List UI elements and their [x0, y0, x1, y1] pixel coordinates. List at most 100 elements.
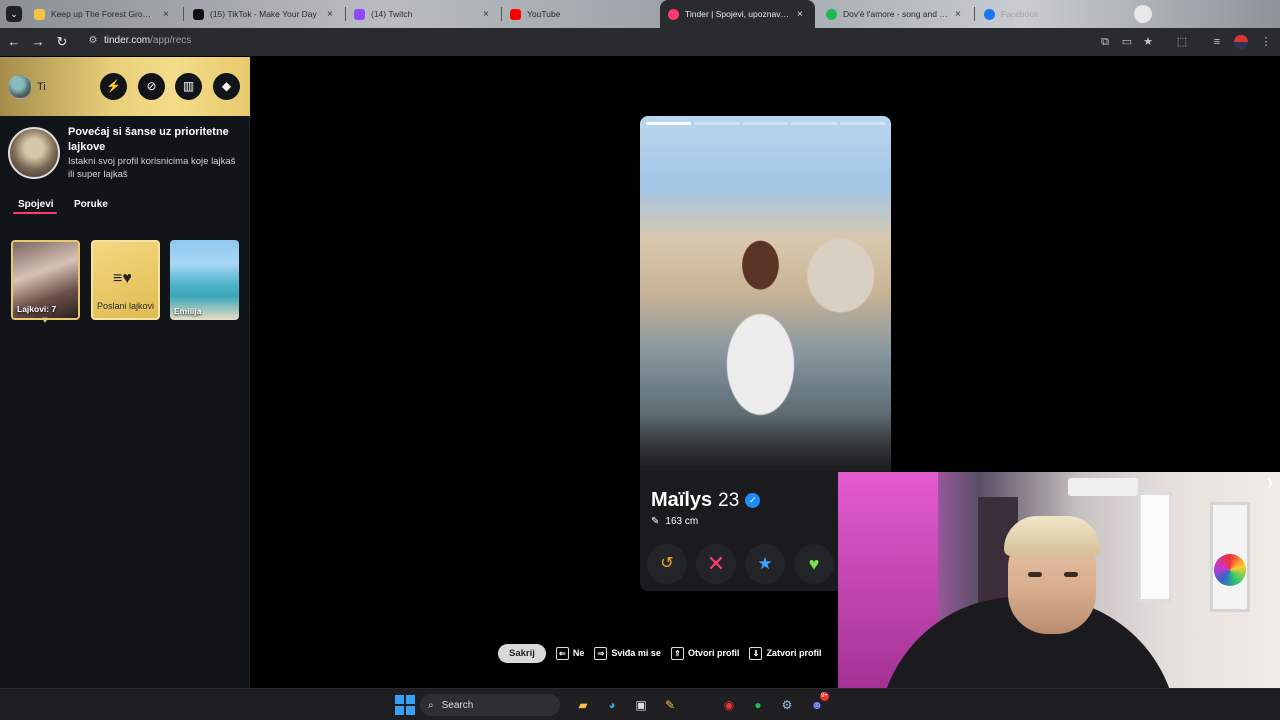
- tab-title: (14) Twitch: [371, 9, 413, 19]
- like-button[interactable]: ♥: [794, 544, 834, 584]
- forward-arrow-icon[interactable]: →: [29, 33, 47, 51]
- windows-taskbar: ⌕ Search ▰ ◕ ▣ ✎ ◉ ● ⚙ ☻ 9+: [0, 688, 1280, 720]
- rewind-button[interactable]: ↺: [647, 544, 687, 584]
- verified-badge-icon: ✓: [745, 493, 761, 508]
- likes-count-label: Lajkovi: 7: [17, 304, 57, 314]
- webcam-background: [1138, 492, 1172, 602]
- sent-likes-card[interactable]: ≡♥ Poslani lajkovi: [91, 240, 160, 320]
- steam-icon[interactable]: ⚙: [777, 695, 797, 715]
- ruler-icon: ✎: [651, 516, 660, 527]
- windows-start-icon[interactable]: [395, 695, 415, 715]
- match-card[interactable]: Emilija: [170, 240, 239, 320]
- media-control-icon[interactable]: ≡: [1209, 34, 1225, 50]
- right-arrow-key-icon: ⇒: [594, 646, 608, 660]
- site-info-icon[interactable]: ⚙: [86, 34, 100, 48]
- back-arrow-icon[interactable]: ←: [5, 33, 23, 51]
- spotify-icon[interactable]: ●: [748, 695, 768, 715]
- forest-favicon-icon: [34, 8, 45, 20]
- my-profile-avatar[interactable]: [8, 75, 32, 99]
- sent-likes-icon: ≡♥: [113, 270, 132, 287]
- photo-progress-segment[interactable]: [839, 122, 886, 125]
- match-name: Emilija: [174, 306, 202, 316]
- sent-likes-label: Poslani lajkovi: [97, 301, 155, 311]
- extensions-icon[interactable]: ⬚: [1174, 34, 1190, 50]
- url-text[interactable]: tinder.com/app/recs: [104, 35, 191, 46]
- hide-hints-button[interactable]: Sakrij: [498, 643, 546, 663]
- profile-height-row: ✎ 163 cm: [651, 516, 698, 527]
- hint-like: ⇒ Sviđa mi se: [594, 646, 661, 660]
- priority-likes-promo[interactable]: Povećaj si šanse uz prioritetne lajkove …: [0, 116, 250, 190]
- up-arrow-key-icon: ⇑: [670, 646, 684, 660]
- briefcase-icon[interactable]: ▥: [175, 73, 202, 100]
- taskbar-search[interactable]: ⌕ Search: [420, 694, 560, 716]
- tab-youtube[interactable]: YouTube: [502, 3, 657, 25]
- webcam-background: [1068, 478, 1138, 496]
- bookmark-star-icon[interactable]: ★: [1140, 34, 1156, 50]
- hint-open: ⇑ Otvori profil: [670, 646, 739, 660]
- discord-notification-badge: 9+: [820, 692, 829, 701]
- explore-icon[interactable]: ⊘: [138, 73, 165, 100]
- chrome-icon[interactable]: ◉: [719, 695, 739, 715]
- tab-search-menu-icon[interactable]: ⌄: [6, 6, 22, 22]
- tab-title: Keep up The Forest Growing: [51, 9, 157, 19]
- photo-progress-segment[interactable]: [742, 122, 789, 125]
- new-tab-button[interactable]: [1134, 5, 1152, 23]
- chrome-menu-icon[interactable]: ⋮: [1258, 34, 1274, 50]
- tab-messages[interactable]: Poruke: [74, 199, 108, 210]
- install-app-icon[interactable]: ⧉: [1097, 34, 1113, 50]
- facebook-favicon-icon: [984, 8, 995, 20]
- chrome-profile-avatar[interactable]: [1234, 35, 1248, 49]
- app-icon[interactable]: ✎: [660, 695, 680, 715]
- photo-progress-segment[interactable]: [646, 122, 692, 125]
- edge-icon[interactable]: ◕: [602, 695, 622, 715]
- tab-divider: [183, 7, 184, 21]
- boost-icon[interactable]: ⚡: [100, 73, 127, 100]
- tab-title: YouTube: [527, 9, 561, 19]
- file-explorer-icon[interactable]: ▰: [573, 695, 593, 715]
- rewind-icon: ↺: [660, 555, 674, 572]
- youtube-favicon-icon: [510, 8, 521, 20]
- tab-facebook[interactable]: Facebook: [976, 3, 1116, 25]
- hint-nope-label: Ne: [572, 648, 585, 658]
- taskbar-search-label: Search: [441, 699, 474, 711]
- tab-divider: [974, 7, 975, 21]
- tab-close-icon[interactable]: ×: [327, 9, 337, 20]
- sidebar-header: Ti ⚡ ⊘ ▥ ◆: [0, 57, 250, 116]
- tab-close-icon[interactable]: ×: [797, 9, 807, 20]
- reload-icon[interactable]: ↻: [53, 33, 71, 51]
- tab-tinder[interactable]: Tinder | Spojevi, upoznavanje p ×: [660, 0, 815, 28]
- browser-toolbar: ← → ↻: [0, 28, 1280, 56]
- tab-tiktok[interactable]: (15) TikTok - Make Your Day ×: [185, 3, 345, 25]
- photo-progress-segment[interactable]: [791, 122, 837, 125]
- nope-button[interactable]: ✕: [696, 544, 736, 584]
- tab-title: Dov'è l'amore - song and lyrics: [843, 9, 949, 19]
- tab-close-icon[interactable]: ×: [163, 9, 173, 20]
- tab-twitch[interactable]: (14) Twitch ×: [346, 3, 501, 25]
- address-bar[interactable]: [80, 31, 1090, 53]
- down-arrow-key-icon: ⇓: [749, 646, 763, 660]
- hint-close: ⇓ Zatvori profil: [749, 646, 821, 660]
- left-arrow-key-icon: ⇐: [555, 646, 569, 660]
- likes-card[interactable]: Lajkovi: 7: [11, 240, 80, 320]
- streamer-eye: [1064, 572, 1078, 577]
- super-like-button[interactable]: ★: [745, 544, 785, 584]
- browser-tab-strip: ⌄ Keep up The Forest Growing × (15) TikT…: [0, 0, 1280, 28]
- tab-spotify[interactable]: Dov'è l'amore - song and lyrics ×: [818, 3, 973, 25]
- shield-icon[interactable]: ◆: [213, 73, 240, 100]
- tab-close-icon[interactable]: ×: [955, 9, 965, 20]
- hint-like-label: Sviđa mi se: [611, 648, 661, 658]
- tab-matches[interactable]: Spojevi: [18, 199, 54, 210]
- tinder-favicon-icon: [668, 8, 679, 20]
- store-icon[interactable]: ▣: [631, 695, 651, 715]
- gold-heart-icon: ♥: [42, 315, 48, 326]
- profile-name-row: Maïlys 23 ✓: [651, 489, 761, 512]
- heart-icon: ♥: [808, 554, 820, 574]
- hint-nope: ⇐ Ne: [555, 646, 585, 660]
- tab-forest[interactable]: Keep up The Forest Growing ×: [26, 3, 181, 25]
- star-icon: ★: [757, 554, 773, 573]
- my-profile-label[interactable]: Ti: [37, 81, 46, 93]
- tab-close-icon[interactable]: ×: [483, 9, 493, 20]
- tab-search-icon[interactable]: ▭: [1119, 34, 1135, 50]
- tiktok-favicon-icon: [193, 8, 204, 20]
- photo-progress-segment[interactable]: [694, 122, 740, 125]
